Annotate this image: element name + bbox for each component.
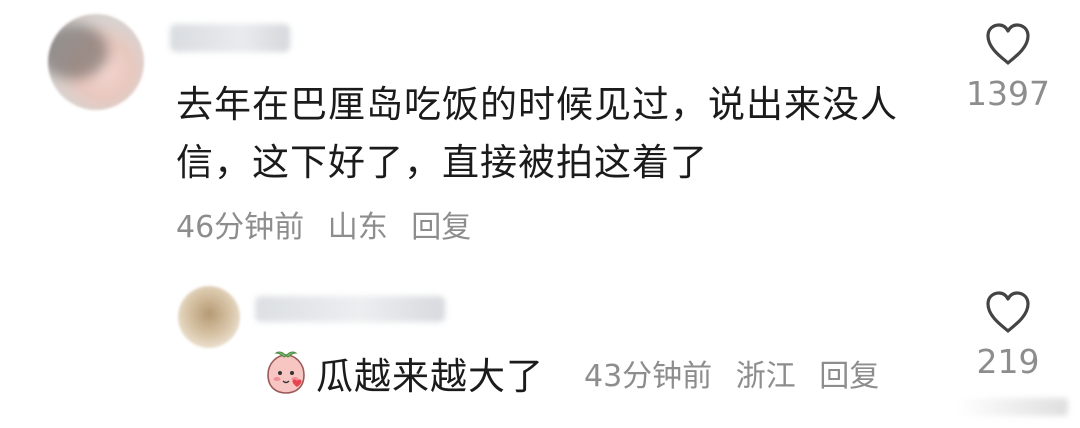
comment-text: 去年在巴厘岛吃饭的时候见过，说出来没人信，这下好了，直接被拍这着了 (176, 83, 898, 184)
replier-avatar[interactable] (178, 286, 240, 348)
reply-time: 43分钟前 (584, 359, 713, 394)
commenter-avatar[interactable] (48, 14, 144, 110)
comment-reply-button[interactable]: 回复 (411, 210, 471, 245)
commenter-username-redacted[interactable] (170, 24, 290, 52)
heart-outline-icon[interactable] (948, 290, 1068, 334)
peach-face-emoji (267, 351, 305, 394)
reply-location: 浙江 (735, 359, 796, 394)
comment-like-count: 1397 (966, 74, 1050, 113)
reply-text: 瓜越来越大了 (316, 355, 544, 398)
reply-like-count: 219 (976, 342, 1040, 381)
reply-meta: 43分钟前 浙江 回复 (584, 351, 893, 395)
comment-location: 山东 (327, 210, 388, 245)
watermark (958, 398, 1068, 416)
reply-reply-button[interactable]: 回复 (819, 359, 879, 394)
replier-username-redacted[interactable] (255, 296, 445, 322)
heart-outline-icon[interactable] (948, 22, 1068, 66)
reply-like[interactable]: 219 (948, 290, 1068, 381)
comment-time: 46分钟前 (176, 210, 305, 245)
reply-line: 瓜越来越大了 43分钟前 浙江 回复 (262, 346, 893, 400)
comment-like[interactable]: 1397 (948, 22, 1068, 113)
comment-meta: 46分钟前 山东 回复 (176, 202, 485, 246)
